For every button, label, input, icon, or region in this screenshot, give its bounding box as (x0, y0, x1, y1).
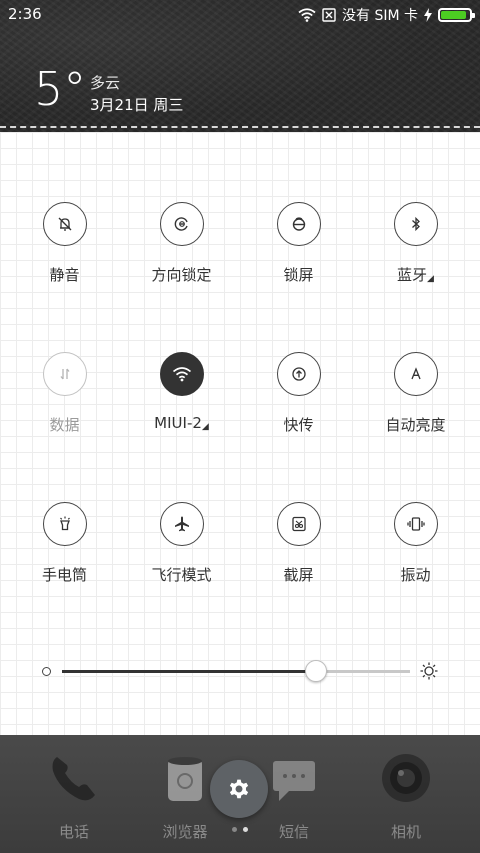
corner-arrow-icon: ◢ (201, 422, 209, 432)
toggle-label: 方向锁定 (151, 266, 212, 284)
temperature[interactable]: 5° (34, 66, 86, 112)
wifi-label-text: MIUI-2 (154, 414, 202, 432)
toggle-screenshot[interactable]: 截屏 (240, 502, 357, 602)
date-text[interactable]: 3月21日 周三 (90, 94, 183, 115)
toggle-airplane-mode[interactable]: 飞行模式 (123, 502, 240, 602)
brightness-slider-thumb[interactable] (305, 660, 328, 682)
toggle-quick-transfer[interactable]: 快传 (240, 352, 357, 452)
settings-button[interactable] (210, 760, 268, 818)
toggle-label: 自动亮度 (385, 416, 446, 434)
browser-icon (152, 745, 218, 811)
vibrate-icon (393, 502, 438, 546)
camera-icon (373, 745, 439, 811)
bluetooth-label-text: 蓝牙 (397, 266, 428, 284)
dock-label: 相机 (390, 823, 421, 841)
dock-label: 浏览器 (162, 823, 208, 841)
phone-icon (41, 745, 107, 811)
brightness-low-icon (42, 667, 51, 676)
weather-condition: 多云 (90, 74, 121, 92)
toggle-label: 手电筒 (41, 566, 87, 584)
battery-level (441, 11, 467, 19)
toggle-lock-screen[interactable]: 锁屏 (240, 202, 357, 302)
toggle-rotation-lock[interactable]: 方向锁定 (123, 202, 240, 302)
toggle-label: 飞行模式 (151, 566, 212, 584)
brightness-slider-fill (62, 670, 317, 673)
toggle-mobile-data[interactable]: 数据 (6, 352, 123, 452)
wifi-status-icon (298, 8, 316, 22)
transfer-icon (276, 352, 321, 396)
toggle-silent[interactable]: 静音 (6, 202, 123, 302)
dock-app-camera[interactable]: 相机 (366, 745, 446, 842)
message-icon (261, 745, 327, 811)
no-sim-icon (322, 8, 336, 22)
gear-icon (229, 779, 249, 799)
toggle-label: 截屏 (283, 566, 314, 584)
toggle-flashlight[interactable]: 手电筒 (6, 502, 123, 602)
page-indicator (232, 827, 248, 832)
brightness-slider[interactable] (62, 670, 410, 673)
status-right: 没有 SIM 卡 (298, 5, 475, 25)
toggle-label: 振动 (400, 566, 431, 584)
toggle-label: 快传 (283, 416, 314, 434)
toggle-label: 锁屏 (283, 266, 314, 284)
lock-icon (276, 202, 321, 246)
toggle-label: 数据 (49, 416, 80, 434)
notification-header: 2:36 没有 SIM 卡 5° 多云 3月21日 周三 (0, 0, 480, 132)
toggle-label: 静音 (49, 266, 80, 284)
toggle-auto-brightness[interactable]: 自动亮度 (357, 352, 474, 452)
corner-arrow-icon: ◢ (427, 274, 434, 284)
page-dot (232, 827, 237, 832)
toggle-vibrate[interactable]: 振动 (357, 502, 474, 602)
toggle-label: 蓝牙◢ (397, 264, 434, 285)
dock-app-phone[interactable]: 电话 (34, 745, 114, 842)
brightness-high-icon (420, 662, 438, 680)
data-arrows-icon (42, 352, 87, 396)
toggle-label: MIUI-2◢ (154, 414, 209, 432)
toggle-wifi[interactable]: MIUI-2◢ (123, 352, 240, 452)
airplane-icon (159, 502, 204, 546)
rotation-lock-icon (159, 202, 204, 246)
dock-label: 短信 (278, 823, 309, 841)
battery-icon (438, 8, 475, 22)
status-time: 2:36 (8, 5, 42, 23)
page-dot-active (243, 827, 248, 832)
wifi-icon (159, 352, 204, 396)
carrier-text: 没有 SIM 卡 (342, 8, 418, 24)
flashlight-icon (42, 502, 87, 546)
dock-label: 电话 (58, 823, 89, 841)
charging-icon (424, 8, 432, 22)
stitch-divider (0, 126, 480, 128)
toggle-bluetooth[interactable]: 蓝牙◢ (357, 202, 474, 302)
bluetooth-icon (393, 202, 438, 246)
auto-brightness-icon (393, 352, 438, 396)
status-bar: 2:36 没有 SIM 卡 (0, 0, 480, 28)
screenshot-icon (276, 502, 321, 546)
bell-off-icon (42, 202, 87, 246)
